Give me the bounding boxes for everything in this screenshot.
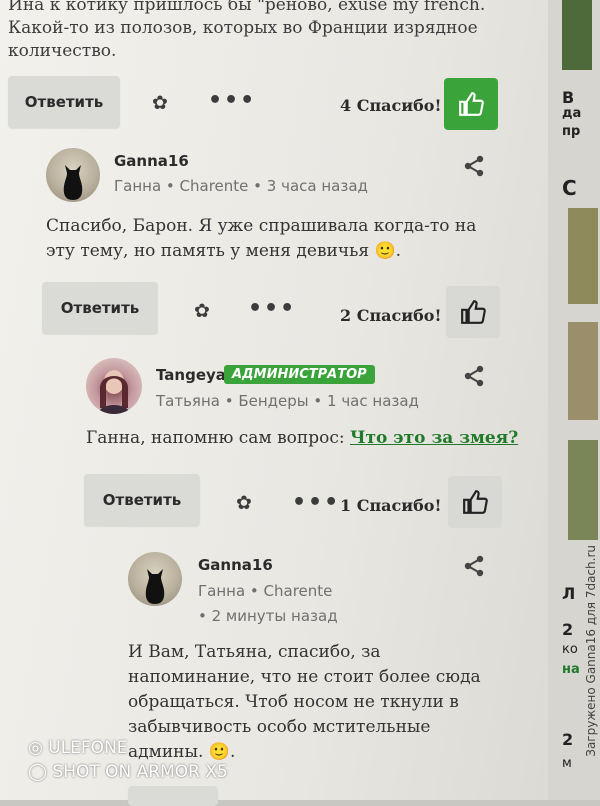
more-options-icon[interactable]: ••• — [292, 490, 340, 515]
thanks-count: 1 Спасибо! — [340, 496, 442, 515]
username[interactable]: Ganna16 — [198, 556, 273, 574]
sidebar-text: 2 — [562, 730, 574, 749]
camera-brand-line1: ULEFONE — [48, 738, 128, 758]
reply-button[interactable]: Ответить — [42, 282, 158, 334]
reply-button-partial[interactable] — [128, 786, 218, 806]
share-icon[interactable] — [462, 554, 486, 578]
sidebar-text: 2 — [562, 620, 574, 639]
username[interactable]: Ganna16 — [114, 152, 189, 170]
sidebar-heading: Л — [562, 584, 576, 603]
upload-watermark: Загружено Ganna16 для 7dach.ru — [584, 545, 598, 757]
flower-icon[interactable]: ✿ — [152, 92, 168, 114]
username[interactable]: Tangeya — [156, 366, 226, 384]
comment-text: Ганна, напомню сам вопрос: Что это за зм… — [86, 426, 526, 451]
like-button[interactable] — [444, 78, 498, 130]
sidebar-text: ко — [562, 642, 578, 657]
comment-time: • 2 минуты назад — [198, 607, 338, 625]
like-button[interactable] — [448, 476, 502, 528]
comment-meta: Ганна • Charente — [198, 582, 333, 600]
sidebar-image[interactable] — [568, 440, 598, 540]
previous-comment-text: Ина к котику пришлось бы "реново, exuse … — [8, 0, 486, 61]
sidebar-image[interactable] — [568, 208, 598, 304]
sidebar-text: м — [562, 756, 572, 771]
thumbs-up-icon — [463, 490, 488, 514]
avatar[interactable] — [86, 358, 142, 414]
avatar[interactable] — [46, 148, 100, 202]
question-link[interactable]: Что это за змея? — [350, 428, 518, 448]
sidebar-heading: С — [562, 176, 577, 200]
sidebar-image[interactable] — [562, 0, 592, 70]
more-options-icon[interactable]: ••• — [248, 296, 296, 321]
camera-brand: ◎ ULEFONE — [28, 738, 128, 758]
share-icon[interactable] — [462, 154, 486, 178]
flower-icon[interactable]: ✿ — [236, 492, 252, 514]
admin-badge: АДМИНИСТРАТОР — [224, 365, 375, 384]
comment-meta: Татьяна • Бендеры • 1 час назад — [156, 392, 419, 410]
avatar[interactable] — [128, 552, 182, 606]
sidebar-text: В — [562, 88, 575, 107]
more-options-icon[interactable]: ••• — [208, 88, 256, 113]
thanks-count: 2 Спасибо! — [340, 306, 442, 325]
page: Ина к котику пришлось бы "реново, exuse … — [0, 0, 548, 806]
reply-button[interactable]: Ответить — [8, 76, 120, 128]
reply-button[interactable]: Ответить — [84, 474, 200, 526]
sidebar-image[interactable] — [568, 322, 598, 420]
camera-brand-line2: SHOT ON ARMOR X5 — [52, 762, 228, 782]
thumbs-up-icon — [459, 92, 484, 116]
flower-icon[interactable]: ✿ — [194, 300, 210, 322]
comment-meta: Ганна • Charente • 3 часа назад — [114, 177, 368, 195]
sidebar-text: пр — [562, 124, 581, 139]
thumbs-up-icon — [461, 300, 486, 324]
comment-text-prefix: Ганна, напомню сам вопрос: — [86, 428, 350, 448]
sidebar-text: да — [562, 106, 582, 121]
comment-text: Спасибо, Барон. Я уже спрашивала когда-т… — [46, 216, 477, 261]
thanks-count: 4 Спасибо! — [340, 96, 442, 115]
share-icon[interactable] — [462, 364, 486, 388]
camera-model: ◯ SHOT ON ARMOR X5 — [28, 762, 228, 782]
comment-text: И Вам, Татьяна, спасибо, за напоминание,… — [128, 642, 481, 762]
sidebar-link[interactable]: на — [562, 662, 580, 677]
like-button[interactable] — [446, 286, 500, 338]
